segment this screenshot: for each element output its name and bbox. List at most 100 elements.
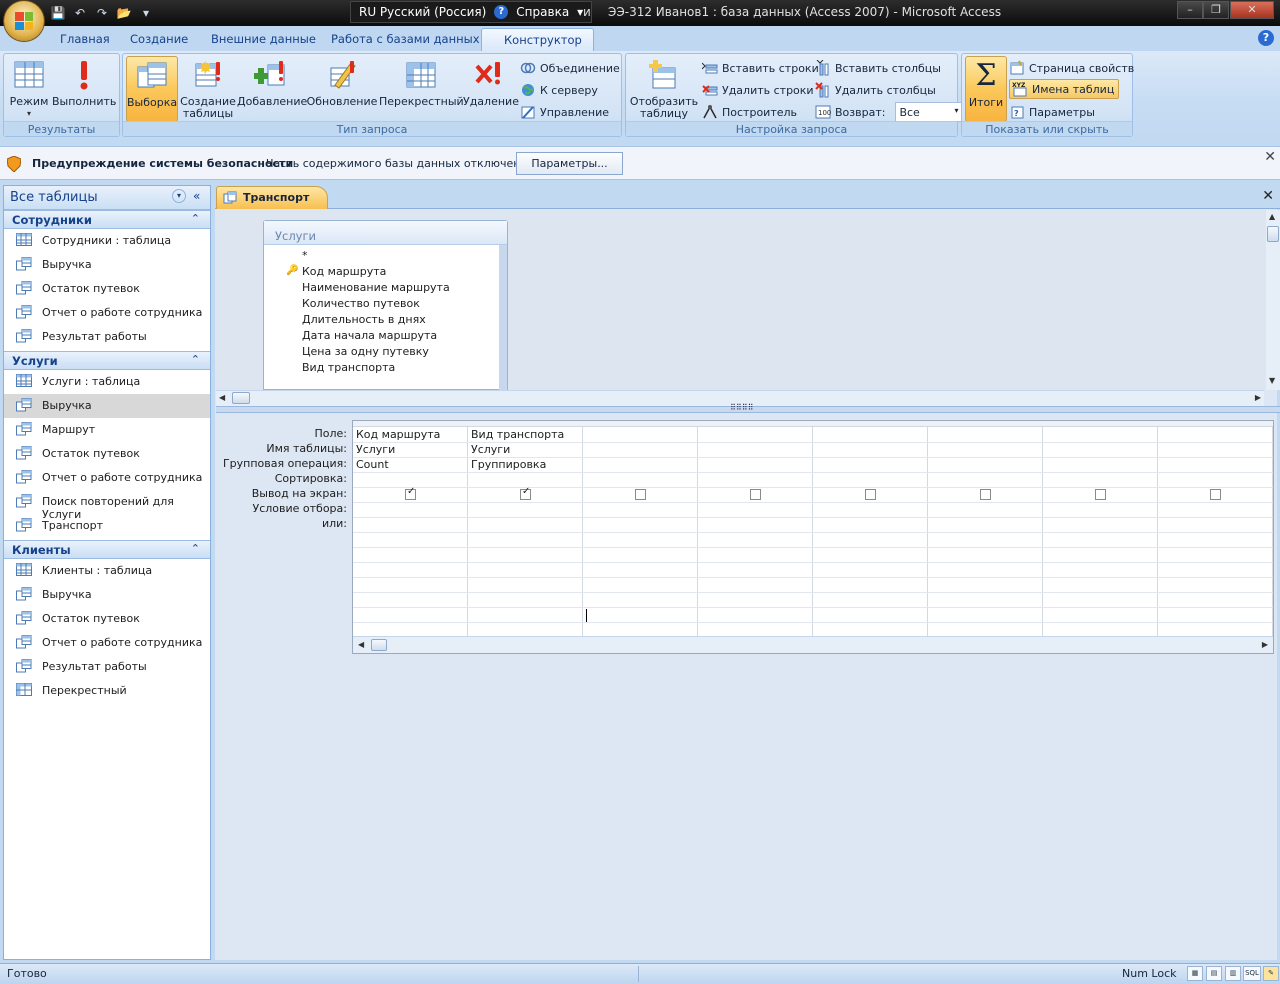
- scroll-left-icon[interactable]: ◀: [358, 640, 364, 649]
- nav-item[interactable]: Поиск повторений для Услуги: [4, 490, 210, 521]
- nav-item[interactable]: Клиенты : таблица: [4, 559, 210, 583]
- append-button[interactable]: Добавление: [237, 56, 307, 122]
- nav-item[interactable]: Отчет о работе сотрудника: [4, 631, 210, 655]
- chevron-down-icon[interactable]: ▾: [172, 189, 186, 203]
- help-label[interactable]: Справка: [516, 5, 569, 19]
- collapse-group-icon[interactable]: ⌃: [191, 353, 200, 366]
- scrollbar-thumb[interactable]: [232, 392, 250, 404]
- update-button[interactable]: Обновление: [306, 56, 378, 122]
- nav-item[interactable]: Маршрут: [4, 418, 210, 442]
- nav-group-header[interactable]: Услуги ⌃: [4, 351, 210, 370]
- show-checkbox[interactable]: [1095, 489, 1106, 500]
- data-definition-button[interactable]: Управление: [520, 102, 609, 122]
- tab-home[interactable]: Главная: [50, 28, 120, 51]
- insert-rows-button[interactable]: Вставить строки: [701, 58, 819, 78]
- language-bar[interactable]: RU Русский (Россия) ? Справка ▾: [350, 1, 593, 23]
- grid-cell-table[interactable]: Услуги: [471, 443, 510, 456]
- scroll-left-icon[interactable]: ◀: [219, 393, 225, 402]
- pivot-chart-view-icon[interactable]: ▥: [1225, 966, 1241, 981]
- return-select[interactable]: Все ▾: [895, 102, 964, 122]
- parameters-button[interactable]: ? Параметры: [1009, 102, 1095, 122]
- field-list-item[interactable]: *: [302, 249, 308, 262]
- nav-item[interactable]: Остаток путевок: [4, 442, 210, 466]
- union-button[interactable]: Объединение: [520, 58, 620, 78]
- nav-item[interactable]: Услуги : таблица: [4, 370, 210, 394]
- nav-item[interactable]: Перекрестный: [4, 679, 210, 703]
- datasheet-view-icon[interactable]: ▦: [1187, 966, 1203, 981]
- nav-item[interactable]: Остаток путевок: [4, 607, 210, 631]
- field-list-item[interactable]: Наименование маршрута: [302, 281, 450, 294]
- show-table-button[interactable]: Отобразить таблицу: [628, 56, 700, 122]
- tab-create[interactable]: Создание: [120, 28, 198, 51]
- nav-item[interactable]: Выручка: [4, 583, 210, 607]
- insert-columns-button[interactable]: Вставить столбцы: [815, 58, 941, 78]
- save-icon[interactable]: 💾: [50, 5, 66, 21]
- help-icon[interactable]: ?: [1258, 30, 1274, 46]
- pane-splitter[interactable]: ⠿⠿⠿⠿: [216, 403, 1280, 413]
- field-list-uslugi[interactable]: Услуги * Код маршрута 🔑 Наименование маршру…: [263, 220, 508, 390]
- nav-group-header[interactable]: Сотрудники ⌃: [4, 210, 210, 229]
- nav-item[interactable]: Отчет о работе сотрудника: [4, 301, 210, 325]
- grid-cell-field[interactable]: Вид транспорта: [471, 428, 564, 441]
- scroll-right-icon[interactable]: ▶: [1262, 640, 1268, 649]
- show-checkbox[interactable]: [865, 489, 876, 500]
- scroll-up-icon[interactable]: ▲: [1269, 212, 1275, 221]
- nav-item[interactable]: Транспорт: [4, 514, 210, 538]
- table-pane-vertical-scrollbar[interactable]: ▲ ▼: [1266, 210, 1280, 390]
- nav-item[interactable]: Остаток путевок: [4, 277, 210, 301]
- undo-icon[interactable]: ↶: [72, 5, 88, 21]
- scrollbar-thumb[interactable]: [371, 639, 387, 651]
- close-document-icon[interactable]: ✕: [1262, 188, 1274, 204]
- show-checkbox[interactable]: [635, 489, 646, 500]
- scroll-right-icon[interactable]: ▶: [1255, 393, 1261, 402]
- field-list-item[interactable]: Цена за одну путевку: [302, 345, 429, 358]
- grid-cell-total[interactable]: Группировка: [471, 458, 546, 471]
- nav-item[interactable]: Результат работы: [4, 325, 210, 349]
- close-window-button[interactable]: ✕: [1230, 1, 1274, 19]
- grid-cell-field[interactable]: Код маршрута: [356, 428, 440, 441]
- tab-external-data[interactable]: Внешние данные: [201, 28, 326, 51]
- select-query-button[interactable]: Выборка: [126, 56, 178, 122]
- builder-button[interactable]: Построитель: [702, 102, 797, 122]
- totals-button[interactable]: Σ Итоги: [965, 56, 1007, 122]
- pass-through-button[interactable]: К серверу: [520, 80, 598, 100]
- field-list-item[interactable]: Количество путевок: [302, 297, 420, 310]
- show-checkbox[interactable]: [520, 486, 531, 500]
- close-icon[interactable]: ✕: [1264, 149, 1276, 165]
- delete-query-button[interactable]: Удаление: [463, 56, 519, 122]
- scrollbar-thumb[interactable]: [1267, 226, 1279, 242]
- field-list-item[interactable]: Вид транспорта: [302, 361, 395, 374]
- scroll-down-icon[interactable]: ▼: [1269, 376, 1275, 385]
- office-button[interactable]: [4, 1, 44, 41]
- nav-item[interactable]: Выручка: [4, 394, 210, 418]
- grid-horizontal-scrollbar[interactable]: ◀ ▶: [353, 636, 1273, 653]
- sql-view-button[interactable]: SQL: [1243, 966, 1261, 981]
- show-checkbox[interactable]: [405, 486, 416, 500]
- tab-database-tools[interactable]: Работа с базами данных: [321, 28, 490, 51]
- delete-columns-button[interactable]: Удалить столбцы: [815, 80, 936, 100]
- field-list-title[interactable]: Услуги: [264, 221, 507, 245]
- grid-cell-total[interactable]: Count: [356, 458, 389, 471]
- minimize-button[interactable]: –: [1177, 1, 1203, 19]
- view-button[interactable]: Режим ▾: [6, 56, 52, 120]
- delete-rows-button[interactable]: Удалить строки: [702, 80, 814, 100]
- tab-design[interactable]: Конструктор: [481, 28, 594, 51]
- crosstab-button[interactable]: Перекрестный: [379, 56, 464, 122]
- splitter-grip-icon[interactable]: ⠿⠿⠿⠿: [730, 403, 753, 412]
- language-label[interactable]: RU Русский (Россия): [359, 5, 486, 19]
- nav-item[interactable]: Сотрудники : таблица: [4, 229, 210, 253]
- show-checkbox[interactable]: [1210, 489, 1221, 500]
- collapse-group-icon[interactable]: ⌃: [191, 542, 200, 555]
- redo-icon[interactable]: ↷: [94, 5, 110, 21]
- restore-button[interactable]: ❐: [1203, 1, 1229, 19]
- pivot-table-view-icon[interactable]: ▤: [1206, 966, 1222, 981]
- nav-item[interactable]: Результат работы: [4, 655, 210, 679]
- nav-item[interactable]: Выручка: [4, 253, 210, 277]
- collapse-group-icon[interactable]: ⌃: [191, 212, 200, 225]
- field-list-scrollbar[interactable]: [499, 245, 507, 390]
- open-folder-icon[interactable]: 📂: [116, 5, 132, 21]
- document-tab-transport[interactable]: Транспорт: [216, 186, 329, 209]
- grid-cell-table[interactable]: Услуги: [356, 443, 395, 456]
- field-list-item[interactable]: Длительность в днях: [302, 313, 426, 326]
- property-sheet-button[interactable]: Страница свойств: [1009, 58, 1134, 78]
